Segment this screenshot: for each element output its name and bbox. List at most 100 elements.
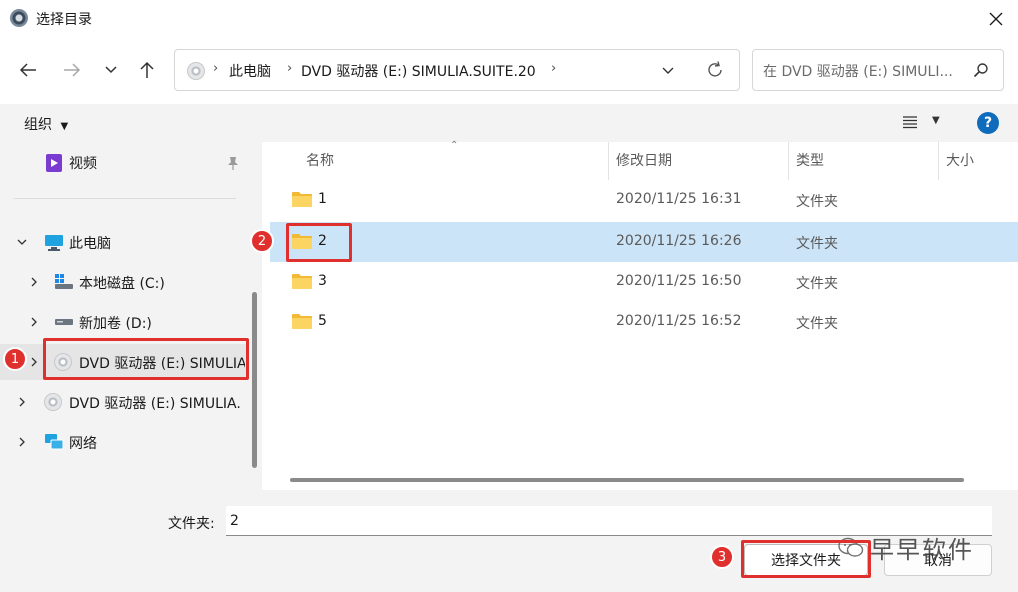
- back-button[interactable]: [12, 54, 44, 86]
- folder-icon: [292, 314, 312, 329]
- nav-item-label: 网络: [69, 436, 97, 452]
- window-title: 选择目录: [36, 12, 92, 28]
- nav-item-local-disk-c[interactable]: 本地磁盘 (C:): [0, 264, 248, 300]
- up-button[interactable]: [131, 54, 163, 86]
- navigation-pane: 视频 此电脑 本地磁盘 (C:) 新加卷 (D:) DVD 驱动器 (E:) S…: [0, 142, 262, 490]
- close-icon: [989, 12, 1003, 26]
- search-icon: [973, 63, 988, 78]
- file-type: 文件夹: [796, 236, 838, 252]
- nav-divider: [14, 198, 236, 199]
- column-header-name[interactable]: 名称: [306, 150, 334, 170]
- nav-item-label: 新加卷 (D:): [79, 316, 152, 332]
- search-button[interactable]: [973, 62, 989, 82]
- watermark-text: 早早软件: [870, 536, 974, 564]
- chevron-right-icon[interactable]: [28, 316, 40, 328]
- file-type: 文件夹: [796, 276, 838, 292]
- chevron-right-icon[interactable]: [16, 396, 28, 408]
- organize-label: 组织: [24, 117, 52, 133]
- history-chevron-icon: [105, 66, 117, 74]
- nav-item-volume-d[interactable]: 新加卷 (D:): [0, 304, 248, 340]
- app-icon: [10, 9, 28, 27]
- pin-icon[interactable]: [227, 156, 239, 170]
- chevron-down-icon[interactable]: [16, 236, 28, 248]
- nav-pane-scrollbar[interactable]: [252, 292, 257, 468]
- chevron-right-icon[interactable]: [28, 276, 40, 288]
- organize-menu[interactable]: 组织 ▼: [24, 114, 68, 134]
- breadcrumb-dvd-drive[interactable]: DVD 驱动器 (E:) SIMULIA.SUITE.20: [301, 61, 536, 81]
- folder-field-label: 文件夹:: [168, 516, 215, 532]
- chevron-right-icon[interactable]: [16, 436, 28, 448]
- nav-item-label: 此电脑: [69, 236, 111, 252]
- refresh-button[interactable]: [705, 60, 725, 84]
- column-divider[interactable]: [608, 142, 609, 180]
- up-arrow-icon: [140, 61, 154, 78]
- annotation-badge-3: 3: [710, 545, 734, 569]
- forward-arrow-icon: [64, 63, 81, 77]
- folder-icon: [292, 274, 312, 289]
- nav-item-this-pc[interactable]: 此电脑: [0, 224, 248, 260]
- chevron-right-icon: ›: [213, 61, 219, 76]
- dropdown-chevron-icon: [662, 67, 674, 74]
- caret-down-icon: ▼: [60, 121, 69, 132]
- file-name: 5: [318, 313, 327, 329]
- nav-item-label: DVD 驱动器 (E:) SIMULIA.: [69, 396, 241, 412]
- forward-button[interactable]: [56, 54, 88, 86]
- search-box[interactable]: 在 DVD 驱动器 (E:) SIMULI...: [752, 49, 1004, 91]
- annotation-badge-2: 2: [250, 229, 274, 253]
- back-arrow-icon: [19, 63, 36, 77]
- local-disk-icon: [55, 274, 73, 289]
- file-row[interactable]: 5 2020/11/25 16:52 文件夹: [270, 302, 1018, 342]
- column-divider[interactable]: [788, 142, 789, 180]
- file-list: ⌃ 名称 修改日期 类型 大小 1 2020/11/25 16:31 文件夹 2…: [270, 140, 1018, 490]
- nav-item-label: 视频: [69, 156, 97, 172]
- file-modified: 2020/11/25 16:31: [616, 191, 742, 207]
- file-modified: 2020/11/25 16:26: [616, 233, 742, 249]
- annotation-badge-1: 1: [3, 347, 27, 371]
- annotation-box-folder-2: [286, 223, 352, 262]
- folder-icon: [292, 192, 312, 207]
- close-button[interactable]: [976, 4, 1016, 34]
- recent-locations-button[interactable]: [95, 54, 127, 86]
- search-placeholder: 在 DVD 驱动器 (E:) SIMULI...: [763, 64, 953, 80]
- address-dropdown-button[interactable]: [661, 64, 675, 80]
- view-dropdown-icon[interactable]: ▼: [932, 115, 940, 126]
- column-header-size[interactable]: 大小: [946, 150, 974, 170]
- annotation-box-select-button: [741, 540, 871, 578]
- chevron-right-icon[interactable]: [28, 356, 40, 368]
- nav-item-dvd-drive[interactable]: DVD 驱动器 (E:) SIMULIA.: [0, 384, 248, 420]
- nav-item-videos[interactable]: 视频: [0, 144, 248, 180]
- network-icon: [45, 434, 64, 450]
- annotation-box-dvd-drive: [43, 338, 249, 380]
- column-divider[interactable]: [938, 142, 939, 180]
- file-row[interactable]: 1 2020/11/25 16:31 文件夹: [270, 180, 1018, 220]
- file-name: 1: [318, 191, 327, 207]
- sort-ascending-icon: ⌃: [450, 140, 459, 151]
- column-header-modified[interactable]: 修改日期: [616, 150, 672, 170]
- computer-icon: [45, 235, 63, 251]
- list-view-icon: [903, 116, 917, 129]
- chevron-right-icon: ›: [551, 61, 557, 76]
- file-row-selected[interactable]: 2 2020/11/25 16:26 文件夹: [270, 222, 1018, 262]
- view-options-button[interactable]: [902, 115, 918, 133]
- file-modified: 2020/11/25 16:50: [616, 273, 742, 289]
- file-name: 3: [318, 273, 327, 289]
- drive-icon: [55, 319, 73, 325]
- video-icon: [46, 154, 62, 172]
- dvd-icon: [44, 393, 62, 411]
- file-type: 文件夹: [796, 194, 838, 210]
- file-row[interactable]: 3 2020/11/25 16:50 文件夹: [270, 262, 1018, 302]
- address-bar[interactable]: › 此电脑 › DVD 驱动器 (E:) SIMULIA.SUITE.20 ›: [174, 49, 740, 91]
- title-bar: 选择目录: [0, 0, 1018, 38]
- nav-item-network[interactable]: 网络: [0, 424, 248, 460]
- nav-item-label: 本地磁盘 (C:): [79, 276, 165, 292]
- chevron-right-icon: ›: [287, 61, 293, 76]
- file-modified: 2020/11/25 16:52: [616, 313, 742, 329]
- navigation-bar: › 此电脑 › DVD 驱动器 (E:) SIMULIA.SUITE.20 › …: [0, 38, 1018, 104]
- horizontal-scrollbar[interactable]: [290, 478, 964, 482]
- dvd-icon: [187, 62, 205, 80]
- refresh-icon: [708, 61, 722, 77]
- help-button[interactable]: ?: [977, 112, 999, 134]
- breadcrumb-this-pc[interactable]: 此电脑: [229, 61, 271, 81]
- file-type: 文件夹: [796, 316, 838, 332]
- column-header-type[interactable]: 类型: [796, 150, 824, 170]
